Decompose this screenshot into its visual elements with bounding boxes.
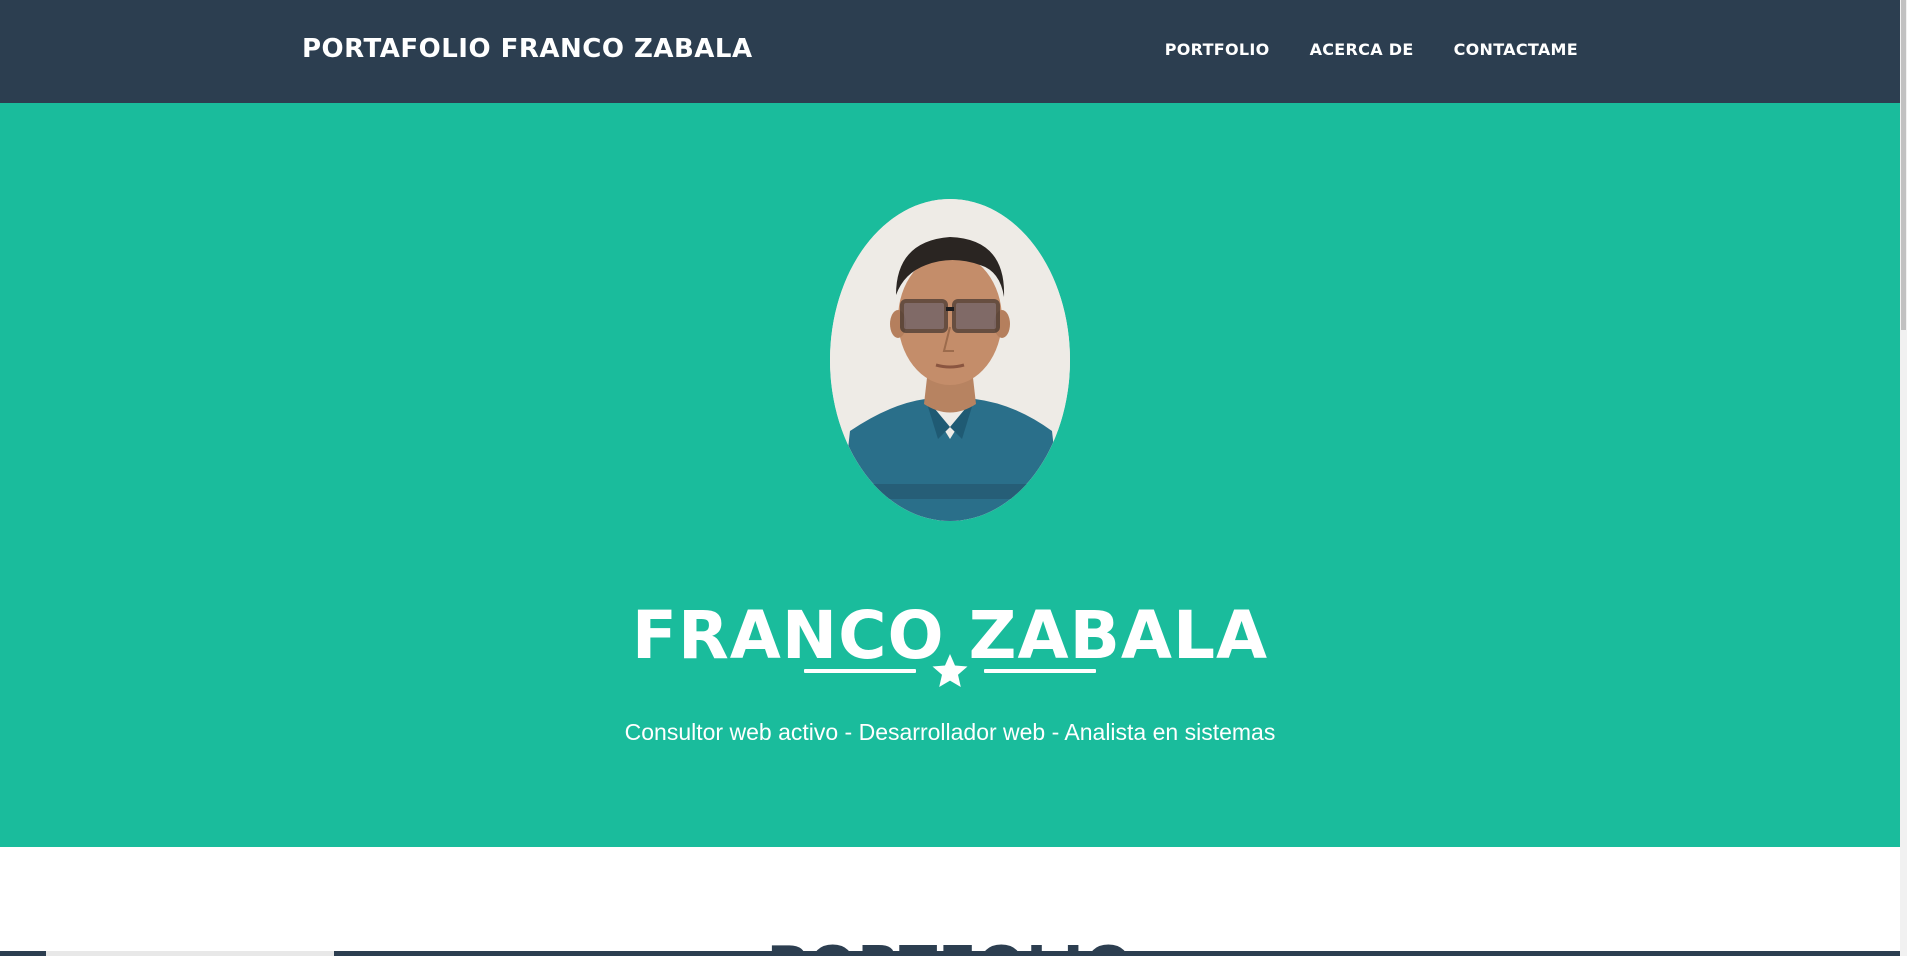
nav-link-portfolio[interactable]: PORTFOLIO [1165,40,1270,59]
hero-subtitle: Consultor web activo - Desarrollador web… [624,719,1276,745]
scrollbar-thumb[interactable] [1901,0,1906,330]
profile-photo-icon [830,199,1070,521]
divider-line-right [984,669,1096,673]
page: PORTAFOLIO FRANCO ZABALA PORTFOLIO ACERC… [0,0,1907,956]
portfolio-section: PORTFOLIO [0,847,1900,956]
avatar [830,199,1070,521]
star-divider [0,651,1900,691]
nav-link-acerca-de[interactable]: ACERCA DE [1310,40,1414,59]
star-icon [932,654,968,687]
brand-link[interactable]: PORTAFOLIO FRANCO ZABALA [302,34,753,64]
navbar: PORTAFOLIO FRANCO ZABALA PORTFOLIO ACERC… [0,0,1900,103]
scrollbar[interactable] [1900,0,1907,956]
nav-link-contactame[interactable]: CONTACTAME [1454,40,1578,59]
nav-links: PORTFOLIO ACERCA DE CONTACTAME [1165,40,1578,59]
divider-line-left [804,669,916,673]
masthead: FRANCO ZABALA Consultor web activo - Des… [0,103,1900,847]
bottom-bar-highlight [46,951,334,956]
